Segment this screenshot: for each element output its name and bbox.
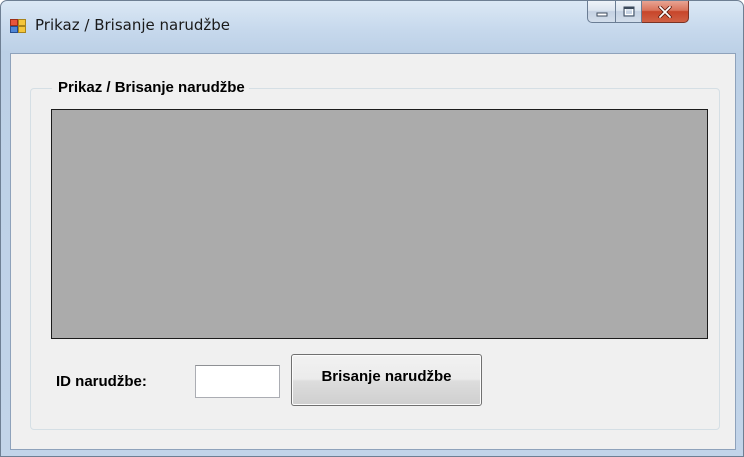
caption-buttons (587, 1, 689, 23)
minimize-icon (596, 12, 607, 16)
orders-data-grid[interactable] (51, 109, 708, 339)
groupbox-title: Prikaz / Brisanje narudžbe (52, 79, 249, 97)
order-id-input[interactable] (195, 365, 280, 398)
maximize-icon (623, 6, 634, 17)
title-bar[interactable]: Prikaz / Brisanje narudžbe (1, 1, 743, 53)
close-button[interactable] (642, 1, 689, 23)
order-id-label: ID narudžbe: (56, 373, 147, 390)
close-icon (658, 5, 672, 18)
delete-order-button[interactable]: Brisanje narudžbe (291, 354, 482, 406)
minimize-button[interactable] (587, 1, 615, 23)
maximize-button[interactable] (615, 1, 642, 23)
windows-form-icon (10, 19, 26, 33)
window-title: Prikaz / Brisanje narudžbe (35, 16, 231, 34)
